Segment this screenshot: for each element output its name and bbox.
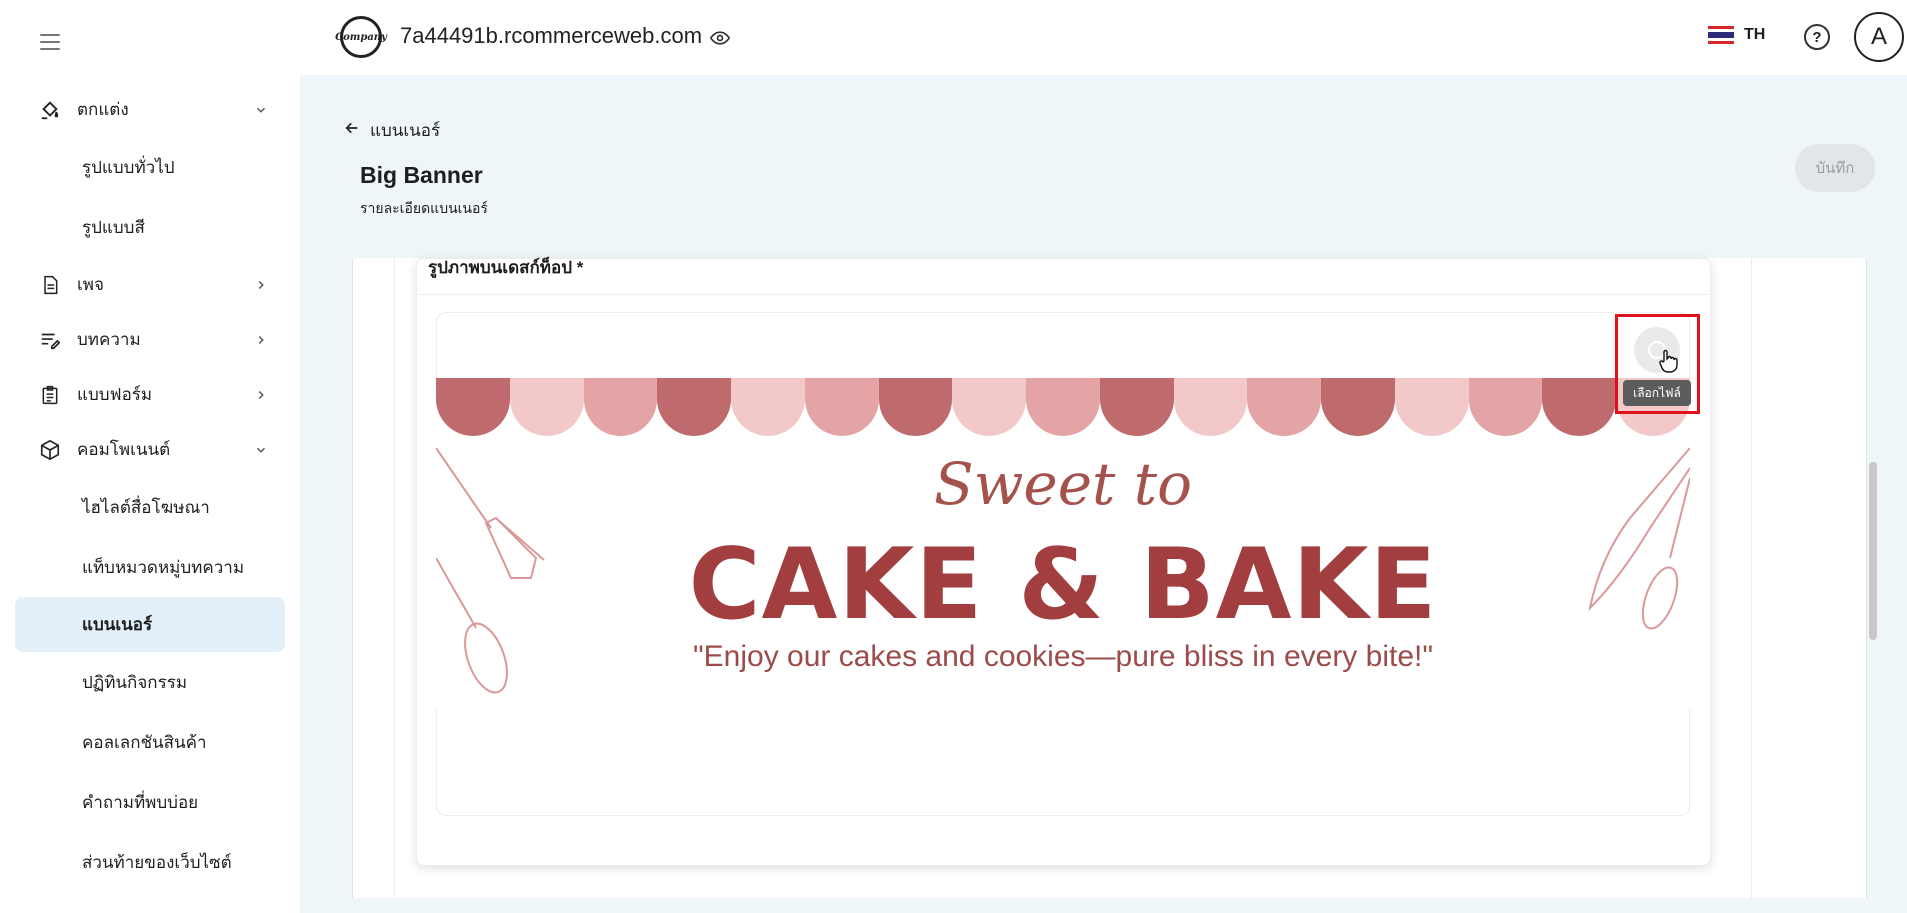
arrow-left-icon	[344, 120, 360, 141]
sidebar-item-banner[interactable]: แบนเนอร์	[15, 597, 285, 652]
article-icon	[38, 328, 62, 352]
sidebar-item-label: แบนเนอร์	[82, 615, 153, 634]
sidebar-item-label: ส่วนท้ายของเว็บไซต์	[82, 852, 232, 872]
chevron-right-icon	[252, 276, 270, 294]
menu-icon[interactable]	[38, 30, 62, 54]
hand-cursor-icon	[1658, 349, 1678, 379]
sidebar-item-component[interactable]: คอมโพเนนต์	[0, 422, 300, 477]
sidebar-item-event-calendar[interactable]: ปฏิทินกิจกรรม	[0, 652, 300, 712]
sidebar-item-label: คอลเลกชันสินค้า	[82, 732, 207, 752]
chevron-right-icon	[252, 331, 270, 349]
sidebar-item-label: บทความ	[77, 330, 141, 349]
sidebar-item-footer[interactable]: ส่วนท้ายของเว็บไซต์	[0, 832, 300, 892]
sidebar-item-label: คำถามที่พบบ่อย	[82, 792, 199, 812]
sidebar-item-label: รูปแบบทั่วไป	[82, 157, 175, 177]
save-button[interactable]: บันทึก	[1795, 144, 1875, 192]
help-icon[interactable]: ?	[1804, 24, 1830, 50]
sidebar-item-general-style[interactable]: รูปแบบทั่วไป	[0, 137, 300, 197]
banner-image-preview: Sweet to CAKE & BAKE "Enjoy our cakes an…	[436, 378, 1690, 708]
avatar[interactable]: A	[1854, 12, 1904, 62]
sidebar-item-label: แท็บหมวดหมู่บทความ	[82, 557, 245, 577]
sidebar-item-label: แบบฟอร์ม	[77, 385, 153, 404]
chevron-down-icon	[252, 101, 270, 119]
sidebar-item-label: คอมโพเนนต์	[77, 440, 171, 459]
awning-decoration	[436, 378, 1690, 436]
select-file-tooltip: เลือกไฟล์	[1623, 380, 1691, 406]
banner-script-text: Sweet to	[934, 450, 1192, 518]
sidebar-item-label: เพจ	[77, 275, 104, 294]
top-header: Company 7a44491b.rcommerceweb.com TH ? A	[300, 0, 1907, 75]
sidebar-item-article[interactable]: บทความ	[0, 312, 300, 367]
form-icon	[38, 383, 62, 407]
sidebar-item-product-collection[interactable]: คอลเลกชันสินค้า	[0, 712, 300, 772]
sidebar-item-label: ตกแต่ง	[77, 100, 129, 119]
chevron-down-icon	[252, 441, 270, 459]
page-icon	[38, 273, 62, 297]
sidebar-item-page[interactable]: เพจ	[0, 257, 300, 312]
sidebar-item-media-highlight[interactable]: ไฮไลต์สื่อโฆษณา	[0, 477, 300, 537]
banner-headline: CAKE & BAKE	[688, 528, 1438, 642]
sidebar-item-color-style[interactable]: รูปแบบสี	[0, 197, 300, 257]
language-switcher[interactable]: TH	[1708, 26, 1765, 44]
page-subtitle: รายละเอียดแบนเนอร์	[360, 200, 488, 216]
sidebar-nav: ตกแต่ง รูปแบบทั่วไป รูปแบบสี เพจ บทความ	[0, 82, 300, 892]
site-domain[interactable]: 7a44491b.rcommerceweb.com	[400, 23, 702, 49]
company-logo: Company	[335, 16, 387, 58]
desktop-image-label: รูปภาพบนเดสก์ท็อป *	[428, 258, 584, 277]
scrollbar-thumb[interactable]	[1869, 462, 1877, 640]
eye-icon[interactable]	[709, 28, 731, 48]
thai-flag-icon	[1708, 26, 1734, 44]
sidebar-item-decorate[interactable]: ตกแต่ง	[0, 82, 300, 137]
banner-tagline: "Enjoy our cakes and cookies—pure bliss …	[693, 640, 1433, 673]
sidebar-item-form[interactable]: แบบฟอร์ม	[0, 367, 300, 422]
back-link[interactable]: แบนเนอร์	[344, 117, 440, 144]
sidebar-item-label: รูปแบบสี	[82, 217, 145, 237]
sidebar: ตกแต่ง รูปแบบทั่วไป รูปแบบสี เพจ บทความ	[0, 0, 300, 913]
box-icon	[38, 438, 62, 462]
chevron-right-icon	[252, 386, 270, 404]
paint-bucket-icon	[38, 98, 62, 122]
page-title: Big Banner	[360, 162, 483, 188]
sidebar-item-label: ไฮไลต์สื่อโฆษณา	[82, 497, 210, 517]
language-label: TH	[1744, 26, 1766, 43]
sidebar-item-article-category-tabs[interactable]: แท็บหมวดหมู่บทความ	[0, 537, 300, 597]
sidebar-item-label: ปฏิทินกิจกรรม	[82, 672, 188, 692]
divider	[418, 294, 1709, 295]
back-link-label: แบนเนอร์	[370, 121, 441, 140]
sidebar-item-faq[interactable]: คำถามที่พบบ่อย	[0, 772, 300, 832]
